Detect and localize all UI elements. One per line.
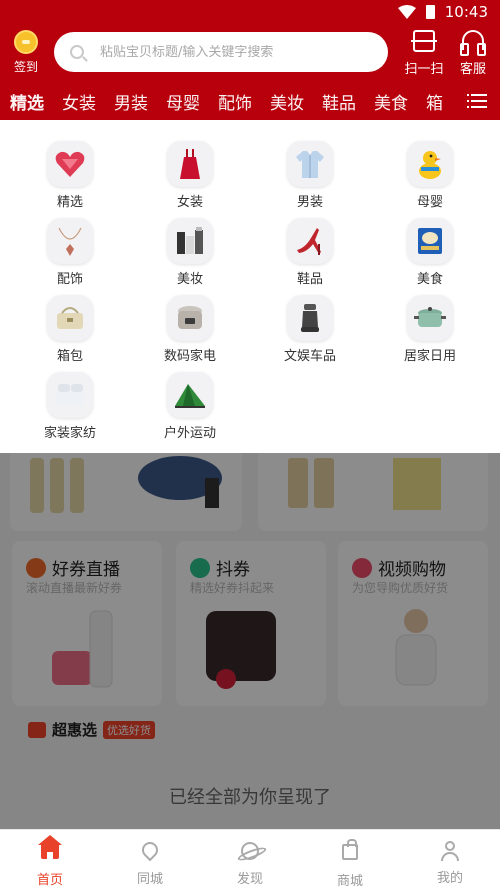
bedding-icon: [47, 372, 93, 418]
high-heel-icon: [287, 218, 333, 264]
category-item[interactable]: 美妆: [130, 218, 250, 288]
service-label: 客服: [459, 62, 486, 77]
battery-icon: [425, 5, 435, 19]
category-label: 美妆: [176, 272, 203, 287]
category-label: 母婴: [416, 195, 443, 210]
category-label: 配饰: [56, 272, 83, 287]
home-icon: [38, 835, 62, 859]
nav-label: 首页: [36, 873, 63, 888]
duck-toy-icon: [407, 141, 453, 187]
nav-item[interactable]: 我的: [400, 830, 500, 888]
car-seat-icon: [287, 295, 333, 341]
category-tabs: 精选 女装 男装 母婴 配饰 美妆 鞋品 美食箱: [0, 82, 500, 120]
category-item[interactable]: 女装: [130, 141, 250, 211]
category-label: 美食: [416, 272, 443, 287]
signin-button[interactable]: 签到: [8, 30, 44, 75]
coin-icon: [14, 30, 38, 54]
nav-item[interactable]: 同城: [100, 830, 200, 888]
scan-label: 扫一扫: [404, 62, 444, 77]
tab-item[interactable]: 鞋品: [322, 89, 356, 114]
profile-icon: [441, 841, 459, 861]
dress-icon: [167, 141, 213, 187]
category-item[interactable]: 母婴: [370, 141, 490, 211]
category-panel: 精选 女装 男装 母婴配饰 美妆 鞋品 美食箱包 数码家电 文娱车品 居家日用家装家纺 户外运动: [0, 120, 500, 453]
category-label: 精选: [56, 195, 83, 210]
category-item[interactable]: 数码家电: [130, 295, 250, 365]
nav-label: 我的: [436, 871, 463, 886]
search-icon: [70, 45, 84, 59]
category-item[interactable]: 家装家纺: [10, 372, 130, 442]
category-label: 鞋品: [296, 272, 323, 287]
tab-item[interactable]: 女装: [62, 89, 96, 114]
customer-service-button[interactable]: 客服: [453, 30, 493, 77]
search-bar[interactable]: [54, 32, 388, 72]
tab-item[interactable]: 配饰: [218, 89, 252, 114]
nav-item[interactable]: 首页: [0, 830, 100, 888]
cosmetics-icon: [167, 218, 213, 264]
nav-item[interactable]: 发现: [200, 830, 300, 888]
top-header: 签到 扫一扫 客服: [0, 26, 500, 82]
tab-menu-button[interactable]: [454, 82, 500, 120]
tab-item[interactable]: 母婴: [166, 89, 200, 114]
scan-icon: [411, 30, 437, 52]
category-item[interactable]: 配饰: [10, 218, 130, 288]
rice-cooker-icon: [167, 295, 213, 341]
nav-label: 发现: [236, 872, 263, 887]
tab-item[interactable]: 男装: [114, 89, 148, 114]
category-item[interactable]: 文娱车品: [250, 295, 370, 365]
dim-overlay[interactable]: [0, 453, 500, 829]
headset-icon: [460, 30, 486, 56]
category-label: 家装家纺: [43, 426, 96, 441]
shirt-icon: [287, 141, 333, 187]
category-item[interactable]: 男装: [250, 141, 370, 211]
category-label: 居家日用: [403, 349, 456, 364]
category-item[interactable]: 精选: [10, 141, 130, 211]
tent-icon: [167, 372, 213, 418]
tab-item[interactable]: 美妆: [270, 89, 304, 114]
tab-item[interactable]: 箱: [426, 89, 443, 114]
category-item[interactable]: 鞋品: [250, 218, 370, 288]
handbag-icon: [47, 295, 93, 341]
status-bar: 10:43: [0, 0, 500, 26]
category-label: 男装: [296, 195, 323, 210]
category-item[interactable]: 箱包: [10, 295, 130, 365]
status-time: 10:43: [444, 3, 488, 21]
category-label: 箱包: [56, 349, 83, 364]
signin-label: 签到: [13, 60, 38, 74]
nav-item[interactable]: 商城: [300, 830, 400, 888]
category-label: 户外运动: [163, 426, 216, 441]
category-label: 女装: [176, 195, 203, 210]
tab-item[interactable]: 精选: [10, 89, 44, 114]
wifi-icon: [397, 5, 416, 19]
search-input[interactable]: [100, 44, 360, 60]
category-item[interactable]: 居家日用: [370, 295, 490, 365]
list-menu-icon: [467, 94, 487, 108]
nav-label: 商城: [336, 874, 363, 888]
tab-item[interactable]: 美食: [374, 89, 408, 114]
category-item[interactable]: 美食: [370, 218, 490, 288]
discover-icon: [241, 842, 259, 860]
cookie-tin-icon: [407, 218, 453, 264]
bottom-nav: 首页 同城 发现 商城 我的: [0, 829, 500, 888]
necklace-icon: [47, 218, 93, 264]
nav-label: 同城: [136, 872, 163, 887]
pot-icon: [407, 295, 453, 341]
scan-button[interactable]: 扫一扫: [404, 30, 444, 77]
category-item[interactable]: 户外运动: [130, 372, 250, 442]
mall-icon: [342, 839, 358, 860]
category-label: 文娱车品: [283, 349, 336, 364]
heart-gift-icon: [47, 141, 93, 187]
category-label: 数码家电: [163, 349, 216, 364]
location-icon: [138, 838, 162, 862]
